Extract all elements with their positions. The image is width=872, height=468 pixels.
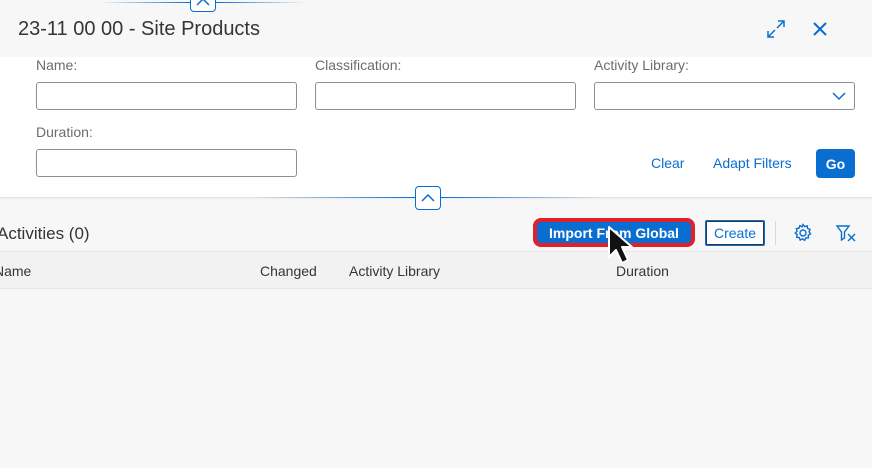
column-header-activity-library[interactable]: Activity Library [349,263,440,279]
column-header-name[interactable]: Name [0,263,31,279]
clear-filter-button[interactable] [834,221,858,245]
go-button[interactable]: Go [816,149,855,178]
header-divider-left [100,2,190,3]
chevron-up-icon [421,193,435,202]
create-button[interactable]: Create [705,220,765,246]
page-title: 23-11 00 00 - Site Products [18,18,260,40]
mouse-pointer-icon [608,226,633,264]
collapse-header-button[interactable] [415,186,441,210]
filter-clear-icon [835,225,856,242]
classification-label: Classification: [315,57,402,73]
fullscreen-icon [767,20,785,38]
close-button[interactable] [808,17,832,41]
collapse-divider-left [255,197,415,198]
table-body [0,289,872,468]
chevron-down-icon [832,92,846,101]
fullscreen-button[interactable] [764,17,788,41]
column-header-changed[interactable]: Changed [260,263,317,279]
name-input[interactable] [36,82,297,110]
adapt-filters-button[interactable]: Adapt Filters [713,155,792,171]
collapse-divider-right [441,197,601,198]
duration-input[interactable] [36,149,297,177]
table-title: Activities (0) [0,224,90,243]
activity-library-label: Activity Library: [594,57,689,73]
close-icon [813,22,827,36]
classification-input[interactable] [315,82,576,110]
name-label: Name: [36,57,78,73]
toolbar-separator [775,221,776,245]
gear-icon [794,223,812,242]
table-header-row: Name Changed Activity Library Duration [0,251,872,289]
settings-button[interactable] [791,221,815,245]
duration-label: Duration: [36,124,93,140]
header-divider-right [216,2,306,3]
title-bar: 23-11 00 00 - Site Products [0,0,872,57]
expand-header-button[interactable] [190,0,216,12]
dynamic-page-header: 23-11 00 00 - Site Products Name: Classi… [0,0,872,197]
clear-button[interactable]: Clear [651,155,684,171]
chevron-up-icon [196,0,210,6]
activity-library-select[interactable] [594,82,855,110]
